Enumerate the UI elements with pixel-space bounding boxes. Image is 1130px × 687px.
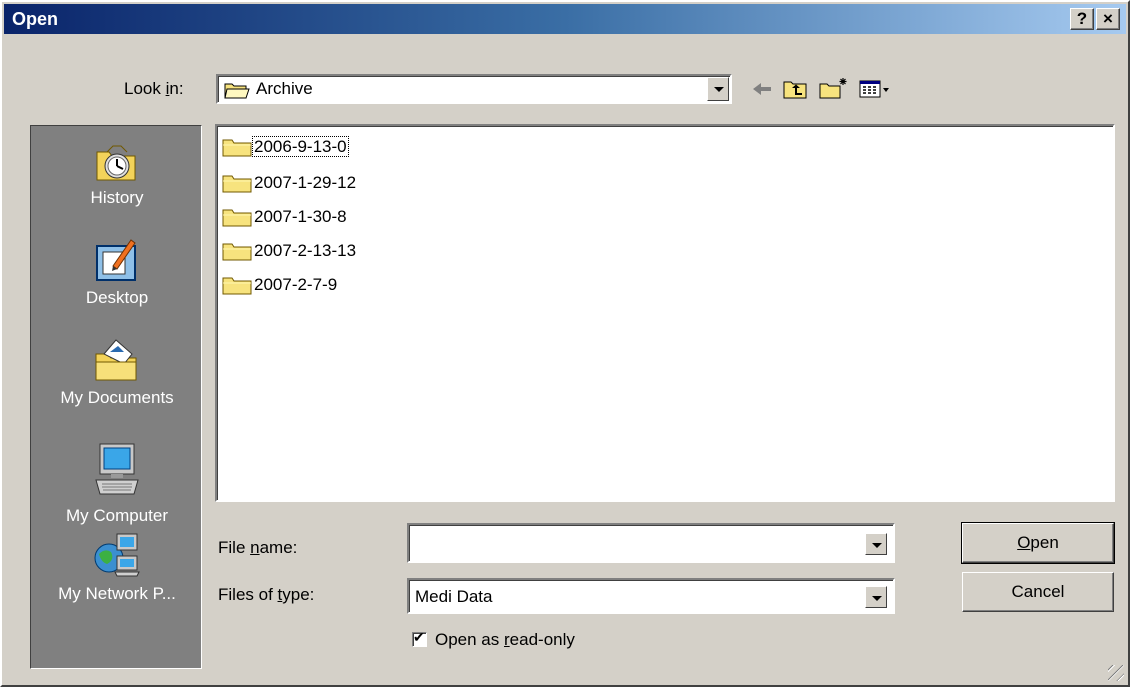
file-list[interactable]: 2006-9-13-0 2007-1-29-12 2007-1-30-8 200…: [215, 124, 1115, 502]
history-icon: [96, 145, 136, 181]
close-button[interactable]: ×: [1096, 8, 1120, 30]
resize-grip[interactable]: [1108, 665, 1124, 681]
folder-icon: [222, 175, 252, 193]
place-my-computer[interactable]: My Computer: [31, 440, 203, 526]
file-name: 2007-2-13-13: [254, 241, 357, 260]
file-name: 2007-1-30-8: [254, 207, 347, 226]
folder-icon: [222, 209, 252, 227]
list-item[interactable]: 2007-1-29-12: [221, 172, 357, 194]
title-bar[interactable]: Open ? ×: [4, 4, 1126, 34]
help-button[interactable]: ?: [1070, 8, 1094, 30]
folder-icon: [222, 139, 252, 157]
my-network-places-icon: [94, 533, 140, 577]
new-folder-icon[interactable]: [818, 76, 850, 102]
place-desktop[interactable]: Desktop: [31, 234, 203, 308]
files-of-type-dropdown-button[interactable]: [865, 586, 887, 608]
view-menu-icon[interactable]: [858, 76, 892, 102]
place-label: History: [90, 188, 144, 207]
back-arrow-icon[interactable]: [750, 76, 774, 102]
my-documents-icon: [95, 339, 137, 381]
look-in-value: Archive: [256, 79, 313, 98]
file-name-dropdown-button[interactable]: [865, 533, 887, 555]
folder-icon: [222, 243, 252, 261]
file-name-label: File name:: [218, 538, 298, 557]
open-dialog: Open ? × Look in: Archive History Deskto…: [0, 0, 1130, 687]
look-in-label: Look in:: [124, 79, 184, 98]
cancel-button[interactable]: Cancel: [962, 572, 1114, 612]
place-history[interactable]: History: [31, 138, 203, 208]
read-only-label[interactable]: Open as read-only: [435, 630, 575, 650]
place-label: My Network P...: [58, 584, 176, 603]
file-name: 2007-2-7-9: [254, 275, 338, 294]
list-item[interactable]: 2006-9-13-0: [221, 136, 349, 158]
place-label: My Documents: [60, 388, 174, 407]
look-in-dropdown-button[interactable]: [707, 77, 729, 101]
place-label: My Computer: [65, 506, 169, 525]
folder-icon: [222, 277, 252, 295]
window-title: Open: [12, 9, 59, 29]
open-button[interactable]: Open: [961, 522, 1115, 564]
files-of-type-select[interactable]: Medi Data: [407, 578, 895, 614]
list-item[interactable]: 2007-1-30-8: [221, 206, 348, 228]
place-my-documents[interactable]: My Documents: [31, 334, 203, 408]
file-name-input[interactable]: [407, 523, 895, 563]
places-bar: History Desktop My Documents My Computer…: [30, 125, 202, 669]
file-name: 2006-9-13-0: [252, 136, 349, 157]
list-item[interactable]: 2007-2-13-13: [221, 240, 357, 262]
my-computer-icon: [95, 443, 139, 495]
desktop-icon: [96, 239, 136, 281]
list-item[interactable]: 2007-2-7-9: [221, 274, 338, 296]
look-in-combo[interactable]: Archive: [216, 74, 732, 104]
checkmark-icon: ✔: [413, 629, 425, 645]
place-my-network-places[interactable]: My Network P...: [31, 530, 203, 604]
up-folder-icon[interactable]: [782, 76, 810, 102]
place-label: Desktop: [85, 288, 149, 307]
files-of-type-value: Medi Data: [415, 587, 493, 606]
read-only-checkbox[interactable]: ✔: [412, 629, 427, 647]
files-of-type-label: Files of type:: [218, 585, 315, 604]
file-name: 2007-1-29-12: [254, 173, 357, 192]
open-folder-icon: [224, 83, 250, 99]
